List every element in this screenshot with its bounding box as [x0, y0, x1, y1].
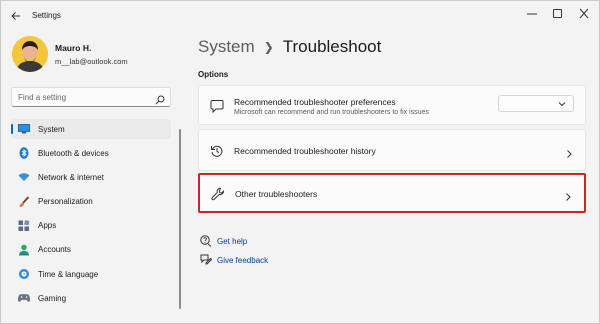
sidebar-item-label: System: [38, 124, 65, 134]
search-input[interactable]: [18, 90, 148, 104]
sidebar-item-label: Apps: [38, 221, 57, 231]
sidebar-item-label: Gaming: [38, 293, 67, 303]
chat-bubble-icon: [210, 99, 224, 114]
preferences-dropdown[interactable]: [498, 95, 574, 112]
card-title: Recommended troubleshooter preferences: [234, 97, 396, 107]
card-other-troubleshooters[interactable]: Other troubleshooters: [198, 173, 586, 213]
sidebar-item-label: Accounts: [38, 245, 71, 255]
sidebar-item-label: Time & language: [38, 269, 99, 279]
sidebar-item-network[interactable]: Network & internet: [11, 167, 171, 187]
back-arrow-icon[interactable]: [9, 9, 23, 23]
card-description: Microsoft can recommend and run troubles…: [234, 109, 429, 116]
user-email: m__lab@outlook.com: [55, 57, 128, 66]
breadcrumb: System ❯ Troubleshoot: [198, 37, 381, 57]
card-title: Recommended troubleshooter history: [234, 146, 376, 156]
avatar[interactable]: [12, 36, 48, 72]
sidebar-item-time-language[interactable]: Time & language: [11, 264, 171, 284]
sidebar-scrollbar[interactable]: [179, 129, 181, 309]
page-title: Troubleshoot: [282, 37, 382, 56]
sidebar-item-accounts[interactable]: Accounts: [11, 240, 171, 260]
minimize-button[interactable]: [521, 5, 543, 23]
monitor-icon: [18, 123, 30, 135]
settings-window: Settings Mauro H. m__lab@outlook.com Fin…: [0, 0, 600, 324]
card-title: Other troubleshooters: [235, 189, 318, 199]
section-heading: Options: [198, 70, 229, 79]
wrench-icon: [211, 187, 225, 201]
bluetooth-icon: [18, 147, 30, 159]
chevron-right-icon: [565, 146, 573, 158]
sidebar-item-bluetooth[interactable]: Bluetooth & devices: [11, 143, 171, 163]
sidebar-item-label: Bluetooth & devices: [38, 148, 109, 158]
close-button[interactable]: [573, 5, 595, 23]
chevron-right-icon: ❯: [263, 40, 274, 54]
sidebar-nav: System Bluetooth & devices Network & int…: [11, 119, 171, 313]
title-bar: Settings: [1, 1, 599, 31]
sidebar-item-label: Personalization: [38, 197, 93, 207]
apps-icon: [18, 219, 30, 232]
sidebar-item-gaming[interactable]: Gaming: [11, 288, 171, 308]
chevron-right-icon: [564, 189, 572, 201]
user-name: Mauro H.: [55, 43, 92, 53]
link-label: Get help: [217, 236, 248, 246]
breadcrumb-parent[interactable]: System: [198, 37, 255, 57]
card-troubleshooter-preferences: Recommended troubleshooter preferences M…: [198, 85, 586, 125]
history-icon: [210, 144, 224, 158]
sidebar-item-apps[interactable]: Apps: [11, 216, 171, 236]
gamepad-icon: [18, 292, 30, 304]
feedback-icon: [200, 254, 213, 266]
card-troubleshooter-history[interactable]: Recommended troubleshooter history: [198, 129, 586, 171]
search-box: [11, 87, 171, 107]
brush-icon: [18, 195, 30, 208]
sidebar-item-personalization[interactable]: Personalization: [11, 192, 171, 212]
globe-clock-icon: [18, 268, 30, 280]
person-icon: [18, 244, 30, 256]
maximize-button[interactable]: [547, 5, 569, 23]
help-icon: [200, 235, 212, 247]
sidebar-item-system[interactable]: System: [11, 119, 171, 139]
get-help-link[interactable]: Get help: [200, 235, 247, 247]
search-icon[interactable]: [155, 92, 165, 105]
app-title: Settings: [32, 11, 61, 20]
link-label: Give feedback: [217, 255, 269, 265]
give-feedback-link[interactable]: Give feedback: [200, 254, 268, 266]
wifi-icon: [18, 171, 30, 183]
chevron-down-icon: [558, 102, 566, 107]
sidebar-item-label: Network & internet: [38, 172, 104, 182]
